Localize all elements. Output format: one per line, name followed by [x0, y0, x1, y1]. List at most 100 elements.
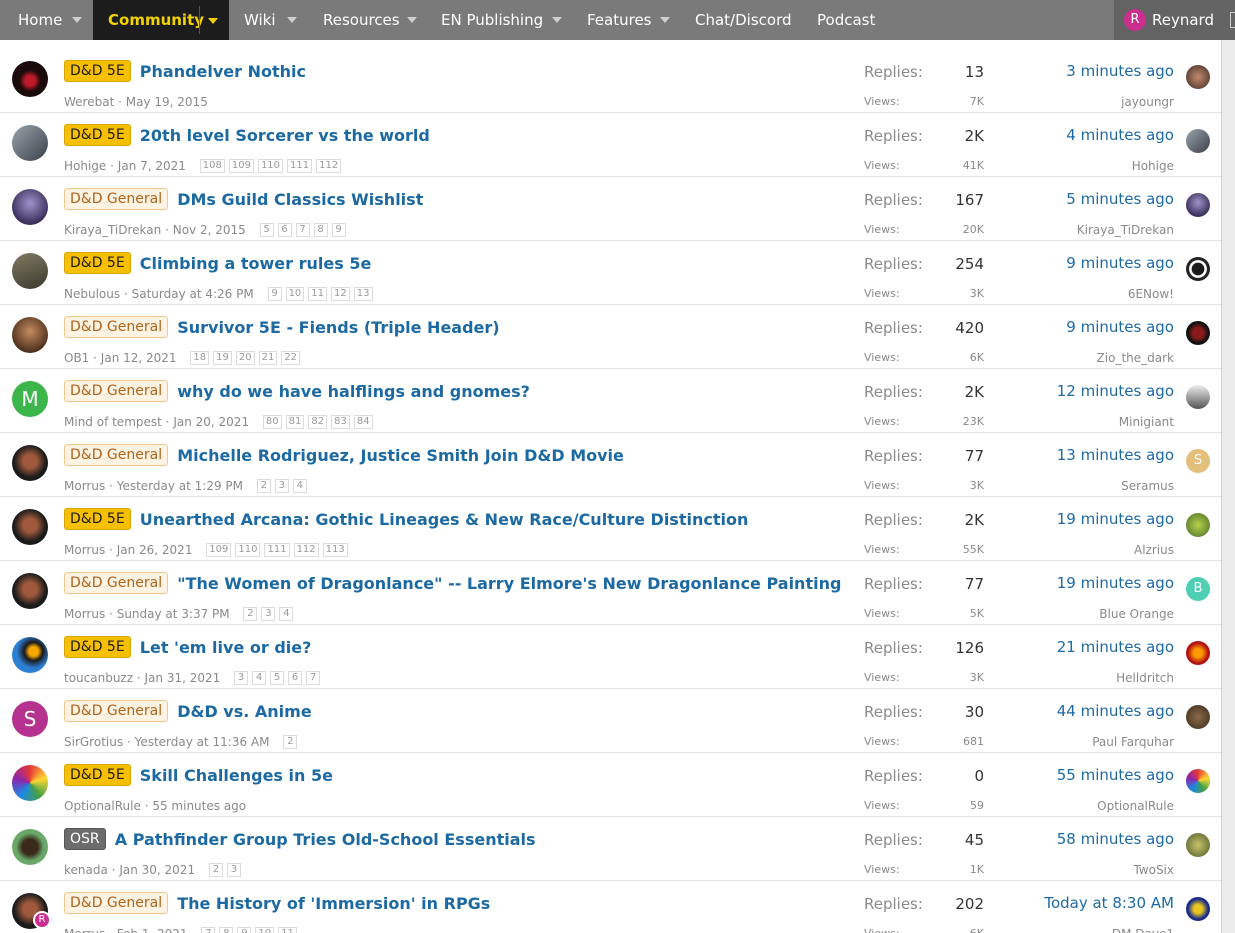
page-jump-link[interactable]: 12: [331, 286, 350, 301]
zio-avatar-icon[interactable]: [1186, 321, 1210, 345]
last-post-user-link[interactable]: DM Dave1: [974, 927, 1174, 933]
morrus-avatar-icon[interactable]: [12, 445, 48, 481]
thread-title-link[interactable]: "The Women of Dragonlance" -- Larry Elmo…: [177, 574, 841, 593]
last-post-time-link[interactable]: 55 minutes ago: [974, 766, 1174, 784]
page-jump-link[interactable]: 8: [313, 222, 328, 237]
thread-start-date[interactable]: May 19, 2015: [126, 95, 208, 109]
en-publishing-dropdown-caret-icon[interactable]: [552, 17, 562, 23]
page-jump-link[interactable]: 18: [190, 350, 210, 365]
page-jump-link[interactable]: 19: [213, 350, 232, 365]
page-jump-link[interactable]: 20: [235, 350, 255, 365]
community-dropdown-caret-icon[interactable]: [208, 18, 218, 24]
inbox-icon[interactable]: [1230, 12, 1235, 28]
nav-chat-discord[interactable]: Chat/Discord: [695, 0, 792, 40]
user-avatar[interactable]: R: [1124, 9, 1146, 31]
page-jump-link[interactable]: 2: [208, 862, 223, 877]
page-jump-link[interactable]: 110: [257, 158, 284, 173]
page-jump-link[interactable]: 6: [288, 670, 303, 685]
prefix-label[interactable]: D&D 5E: [64, 60, 131, 82]
page-jump-link[interactable]: 112: [316, 158, 342, 173]
thread-title-link[interactable]: why do we have halflings and gnomes?: [177, 382, 530, 401]
resources-dropdown-caret-icon[interactable]: [407, 17, 417, 23]
prefix-label[interactable]: D&D 5E: [64, 124, 131, 146]
thread-title-link[interactable]: Let 'em live or die?: [140, 638, 312, 657]
hohige-avatar-icon[interactable]: [1186, 129, 1210, 153]
page-jump-link[interactable]: 2: [243, 606, 258, 621]
thread-author-link[interactable]: Nebulous: [64, 287, 120, 301]
page-jump-link[interactable]: 4: [279, 606, 294, 621]
page-jump-link[interactable]: 22: [281, 350, 301, 365]
last-post-user-link[interactable]: Helldritch: [974, 671, 1174, 685]
thread-author-link[interactable]: Morrus: [64, 479, 105, 493]
thread-author-link[interactable]: OptionalRule: [64, 799, 141, 813]
werebat-avatar-icon[interactable]: [12, 61, 48, 97]
nav-podcast[interactable]: Podcast: [817, 0, 875, 40]
page-jump-link[interactable]: 10: [285, 286, 305, 301]
thread-author-link[interactable]: Kiraya_TiDrekan: [64, 223, 161, 237]
thread-start-date[interactable]: Jan 30, 2021: [119, 863, 195, 877]
last-post-user-link[interactable]: jayoungr: [974, 95, 1174, 109]
nebulous-avatar-icon[interactable]: [12, 253, 48, 289]
page-jump-link[interactable]: 6: [277, 222, 292, 237]
thread-author-link[interactable]: Morrus: [64, 607, 105, 621]
paul-avatar-icon[interactable]: [1186, 705, 1210, 729]
page-jump-link[interactable]: 83: [331, 414, 350, 429]
last-post-user-link[interactable]: OptionalRule: [974, 799, 1174, 813]
thread-start-date[interactable]: Jan 31, 2021: [145, 671, 221, 685]
last-post-time-link[interactable]: 21 minutes ago: [974, 638, 1174, 656]
hohige-avatar-icon[interactable]: [12, 125, 48, 161]
page-jump-link[interactable]: 9: [237, 926, 252, 933]
page-jump-link[interactable]: 3: [226, 862, 241, 877]
prefix-label[interactable]: D&D General: [64, 188, 169, 210]
thread-title-link[interactable]: The History of 'Immersion' in RPGs: [177, 894, 490, 913]
optionalrule-avatar-icon[interactable]: [12, 765, 48, 801]
thread-title-link[interactable]: 20th level Sorcerer vs the world: [140, 126, 430, 145]
features-dropdown-caret-icon[interactable]: [660, 17, 670, 23]
nav-features[interactable]: Features: [587, 0, 652, 40]
page-jump-link[interactable]: 4: [292, 478, 307, 493]
thread-start-date[interactable]: Feb 1, 2021: [117, 927, 188, 933]
page-jump-link[interactable]: 82: [308, 414, 328, 429]
thread-title-link[interactable]: Unearthed Arcana: Gothic Lineages & New …: [140, 510, 749, 529]
toucan-avatar-icon[interactable]: [12, 637, 48, 673]
thread-author-link[interactable]: toucanbuzz: [64, 671, 133, 685]
last-post-user-link[interactable]: Blue Orange: [974, 607, 1174, 621]
last-post-time-link[interactable]: 3 minutes ago: [974, 62, 1174, 80]
page-jump-link[interactable]: 21: [258, 350, 278, 365]
prefix-label[interactable]: D&D 5E: [64, 764, 131, 786]
thread-author-link[interactable]: kenada: [64, 863, 108, 877]
page-jump-link[interactable]: 3: [234, 670, 249, 685]
thread-title-link[interactable]: Climbing a tower rules 5e: [140, 254, 372, 273]
page-jump-link[interactable]: 112: [293, 542, 319, 557]
kiraya-avatar-icon[interactable]: [12, 189, 48, 225]
minigiant-avatar-icon[interactable]: [1186, 385, 1210, 409]
thread-author-link[interactable]: Mind of tempest: [64, 415, 162, 429]
prefix-label[interactable]: OSR: [64, 828, 106, 850]
thread-start-date[interactable]: Sunday at 3:37 PM: [117, 607, 230, 621]
thread-author-link[interactable]: Morrus: [64, 927, 105, 933]
nav-resources[interactable]: Resources: [323, 0, 400, 40]
last-post-time-link[interactable]: 12 minutes ago: [974, 382, 1174, 400]
last-post-time-link[interactable]: Today at 8:30 AM: [974, 894, 1174, 912]
thread-title-link[interactable]: Skill Challenges in 5e: [140, 766, 333, 785]
nav-wiki[interactable]: Wiki: [244, 0, 276, 40]
page-jump-link[interactable]: 7: [295, 222, 310, 237]
thread-title-link[interactable]: D&D vs. Anime: [177, 702, 311, 721]
thread-author-link[interactable]: OB1: [64, 351, 89, 365]
page-jump-link[interactable]: 9: [331, 222, 346, 237]
page-jump-link[interactable]: 5: [259, 222, 274, 237]
last-post-user-link[interactable]: Hohige: [974, 159, 1174, 173]
optionalrule-avatar-icon[interactable]: [1186, 769, 1210, 793]
page-jump-link[interactable]: 13: [353, 286, 373, 301]
page-jump-link[interactable]: 2: [256, 478, 271, 493]
nav-community[interactable]: Community: [93, 0, 229, 40]
nav-en-publishing[interactable]: EN Publishing: [441, 0, 543, 40]
dmdave-avatar-icon[interactable]: [1186, 897, 1210, 921]
prefix-label[interactable]: D&D General: [64, 700, 169, 722]
thread-author-link[interactable]: Werebat: [64, 95, 114, 109]
user-account-menu[interactable]: R Reynard: [1114, 0, 1235, 40]
last-post-time-link[interactable]: 13 minutes ago: [974, 446, 1174, 464]
morrus-avatar-icon[interactable]: [12, 509, 48, 545]
letter-avatar-icon[interactable]: S: [12, 701, 48, 737]
page-jump-link[interactable]: 9: [267, 286, 282, 301]
